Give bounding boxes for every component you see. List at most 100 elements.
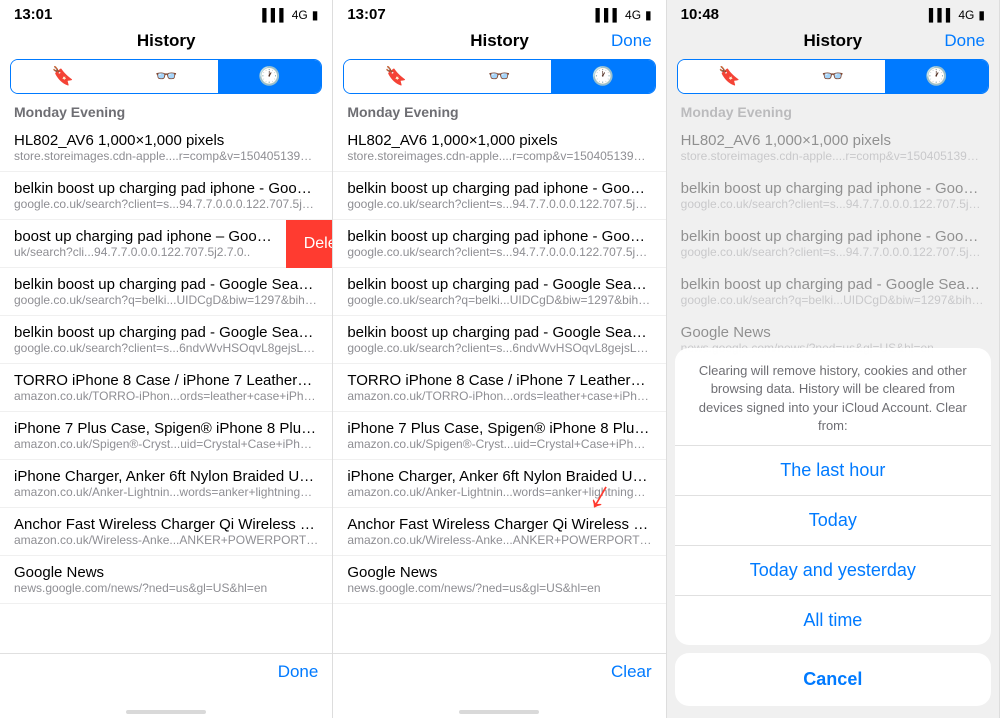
item-title: belkin boost up charging pad iphone - Go… xyxy=(347,180,651,197)
item-url: amazon.co.uk/TORRO-iPhon...ords=leather+… xyxy=(14,389,318,403)
panel-2: 13:07 ▌▌▌ 4G ▮ History Done 🔖 👓 🕐 Monday… xyxy=(333,0,666,718)
action-sheet-description: Clearing will remove history, cookies an… xyxy=(675,348,991,446)
item-url: amazon.co.uk/Spigen®-Cryst...uid=Crystal… xyxy=(347,437,651,451)
tab-bookmarks-1[interactable]: 🔖 xyxy=(11,60,114,93)
item-title: iPhone Charger, Anker 6ft Nylon Braided … xyxy=(14,468,318,485)
tab-bar-3: 🔖 👓 🕐 xyxy=(677,59,989,94)
item-url: news.google.com/news/?ned=us&gl=US&hl=en xyxy=(14,581,318,595)
list-item[interactable]: HL802_AV6 1,000×1,000 pixels store.store… xyxy=(333,124,665,172)
list-item[interactable]: iPhone 7 Plus Case, Spigen® iPhone 8 Plu… xyxy=(0,412,332,460)
nav-header-2: History Done xyxy=(333,27,665,59)
list-item[interactable]: HL802_AV6 1,000×1,000 pixels store.store… xyxy=(0,124,332,172)
done-button-1[interactable]: Done xyxy=(278,662,319,682)
list-item[interactable]: belkin boost up charging pad - Google Se… xyxy=(0,316,332,364)
action-sheet-cancel: Cancel xyxy=(675,653,991,706)
network-icon-1: 4G xyxy=(292,8,308,22)
delete-button[interactable]: Delete xyxy=(286,220,333,268)
tab-reading-3[interactable]: 👓 xyxy=(781,60,884,93)
history-list-1: HL802_AV6 1,000×1,000 pixels store.store… xyxy=(0,124,332,653)
list-item[interactable]: belkin boost up charging pad iphone - Go… xyxy=(0,172,332,220)
list-item[interactable]: belkin boost up charging pad - Google Se… xyxy=(333,316,665,364)
status-bar-3: 10:48 ▌▌▌ 4G ▮ xyxy=(667,0,999,27)
signal-icon-1: ▌▌▌ xyxy=(262,8,288,22)
item-url: google.co.uk/search?client=s...94.7.7.0.… xyxy=(347,197,651,211)
network-icon-3: 4G xyxy=(958,8,974,22)
list-item: HL802_AV6 1,000×1,000 pixels store.store… xyxy=(667,124,999,172)
tab-history-2[interactable]: 🕐 xyxy=(551,60,654,93)
item-title: belkin boost up charging pad - Google Se… xyxy=(14,276,318,293)
item-title: Google News xyxy=(14,564,318,581)
signal-icon-3: ▌▌▌ xyxy=(929,8,955,22)
list-item[interactable]: iPhone Charger, Anker 6ft Nylon Braided … xyxy=(0,460,332,508)
item-title: HL802_AV6 1,000×1,000 pixels xyxy=(681,132,985,149)
nav-header-1: History xyxy=(0,27,332,59)
list-item[interactable]: TORRO iPhone 8 Case / iPhone 7 Leather… … xyxy=(0,364,332,412)
item-url: amazon.co.uk/Spigen®-Cryst...uid=Crystal… xyxy=(14,437,318,451)
tab-history-1[interactable]: 🕐 xyxy=(218,60,321,93)
action-option-all-time[interactable]: All time xyxy=(675,596,991,645)
list-item[interactable]: belkin boost up charging pad - Google Se… xyxy=(333,268,665,316)
list-item: belkin boost up charging pad iphone - Go… xyxy=(667,220,999,268)
action-option-today-yesterday[interactable]: Today and yesterday xyxy=(675,546,991,596)
item-url: news.google.com/news/?ned=us&gl=US&hl=en xyxy=(347,581,651,595)
list-item[interactable]: iPhone 7 Plus Case, Spigen® iPhone 8 Plu… xyxy=(333,412,665,460)
item-url: amazon.co.uk/Anker-Lightnin...words=anke… xyxy=(14,485,318,499)
item-title: belkin boost up charging pad - Google Se… xyxy=(14,324,318,341)
item-url: google.co.uk/search?client=s...94.7.7.0.… xyxy=(681,197,985,211)
home-indicator-1 xyxy=(0,698,332,718)
swipe-delete-row[interactable]: boost up charging pad iphone – Goo… uk/s… xyxy=(0,220,332,268)
tab-bookmarks-2[interactable]: 🔖 xyxy=(344,60,447,93)
bottom-bar-2: Clear xyxy=(333,653,665,698)
list-item[interactable]: Google News news.google.com/news/?ned=us… xyxy=(333,556,665,604)
list-item[interactable]: Anchor Fast Wireless Charger Qi Wireless… xyxy=(0,508,332,556)
item-title: TORRO iPhone 8 Case / iPhone 7 Leather… xyxy=(347,372,651,389)
battery-icon-1: ▮ xyxy=(312,8,319,22)
tab-bar-2: 🔖 👓 🕐 xyxy=(343,59,655,94)
nav-title-2: History xyxy=(470,31,529,51)
item-url: google.co.uk/search?q=belki...UIDCgD&biw… xyxy=(14,293,318,307)
list-item[interactable]: belkin boost up charging pad iphone - Go… xyxy=(333,220,665,268)
item-title: HL802_AV6 1,000×1,000 pixels xyxy=(347,132,651,149)
tab-history-3[interactable]: 🕐 xyxy=(885,60,988,93)
cancel-button-3[interactable]: Cancel xyxy=(675,653,991,706)
list-item: belkin boost up charging pad - Google Se… xyxy=(667,268,999,316)
bottom-bar-1: Done xyxy=(0,653,332,698)
done-nav-2[interactable]: Done xyxy=(611,31,652,51)
list-item[interactable]: belkin boost up charging pad iphone - Go… xyxy=(333,172,665,220)
battery-icon-2: ▮ xyxy=(645,8,652,22)
action-option-today[interactable]: Today xyxy=(675,496,991,546)
action-option-last-hour[interactable]: The last hour xyxy=(675,446,991,496)
item-title: iPhone 7 Plus Case, Spigen® iPhone 8 Plu… xyxy=(14,420,318,437)
tab-bar-1: 🔖 👓 🕐 xyxy=(10,59,322,94)
status-bar-1: 13:01 ▌▌▌ 4G ▮ xyxy=(0,0,332,27)
list-item[interactable]: belkin boost up charging pad - Google Se… xyxy=(0,268,332,316)
section-header-3: Monday Evening xyxy=(667,102,999,124)
list-item[interactable]: Google News news.google.com/news/?ned=us… xyxy=(0,556,332,604)
tab-bookmarks-3[interactable]: 🔖 xyxy=(678,60,781,93)
clear-button-2[interactable]: Clear xyxy=(611,662,652,682)
item-title: belkin boost up charging pad iphone - Go… xyxy=(347,228,651,245)
item-title: belkin boost up charging pad iphone - Go… xyxy=(681,180,985,197)
item-title: Google News xyxy=(681,324,985,341)
item-url: google.co.uk/search?q=belki...UIDCgD&biw… xyxy=(681,293,985,307)
item-url: google.co.uk/search?client=s...94.7.7.0.… xyxy=(14,197,318,211)
panel-3: 10:48 ▌▌▌ 4G ▮ History Done 🔖 👓 🕐 Monday… xyxy=(667,0,1000,718)
done-nav-3[interactable]: Done xyxy=(944,31,985,51)
item-title: HL802_AV6 1,000×1,000 pixels xyxy=(14,132,318,149)
item-url: uk/search?cli...94.7.7.0.0.0.122.707.5j2… xyxy=(14,245,272,259)
panel-1: 13:01 ▌▌▌ 4G ▮ History 🔖 👓 🕐 Monday Even… xyxy=(0,0,333,718)
item-title: belkin boost up charging pad iphone - Go… xyxy=(14,180,318,197)
signal-icon-2: ▌▌▌ xyxy=(596,8,622,22)
item-url: google.co.uk/search?client=s...6ndvWvHSO… xyxy=(347,341,651,355)
item-url: amazon.co.uk/Wireless-Anke...ANKER+POWER… xyxy=(347,533,651,547)
status-icons-1: ▌▌▌ 4G ▮ xyxy=(262,8,318,22)
list-item: belkin boost up charging pad iphone - Go… xyxy=(667,172,999,220)
item-title: Anchor Fast Wireless Charger Qi Wireless… xyxy=(347,516,651,533)
tab-reading-2[interactable]: 👓 xyxy=(448,60,551,93)
item-url: google.co.uk/search?q=belki...UIDCgD&biw… xyxy=(347,293,651,307)
list-item[interactable]: TORRO iPhone 8 Case / iPhone 7 Leather… … xyxy=(333,364,665,412)
status-icons-3: ▌▌▌ 4G ▮ xyxy=(929,8,985,22)
history-list-2: HL802_AV6 1,000×1,000 pixels store.store… xyxy=(333,124,665,653)
list-item[interactable]: Anchor Fast Wireless Charger Qi Wireless… xyxy=(333,508,665,556)
tab-reading-1[interactable]: 👓 xyxy=(114,60,217,93)
